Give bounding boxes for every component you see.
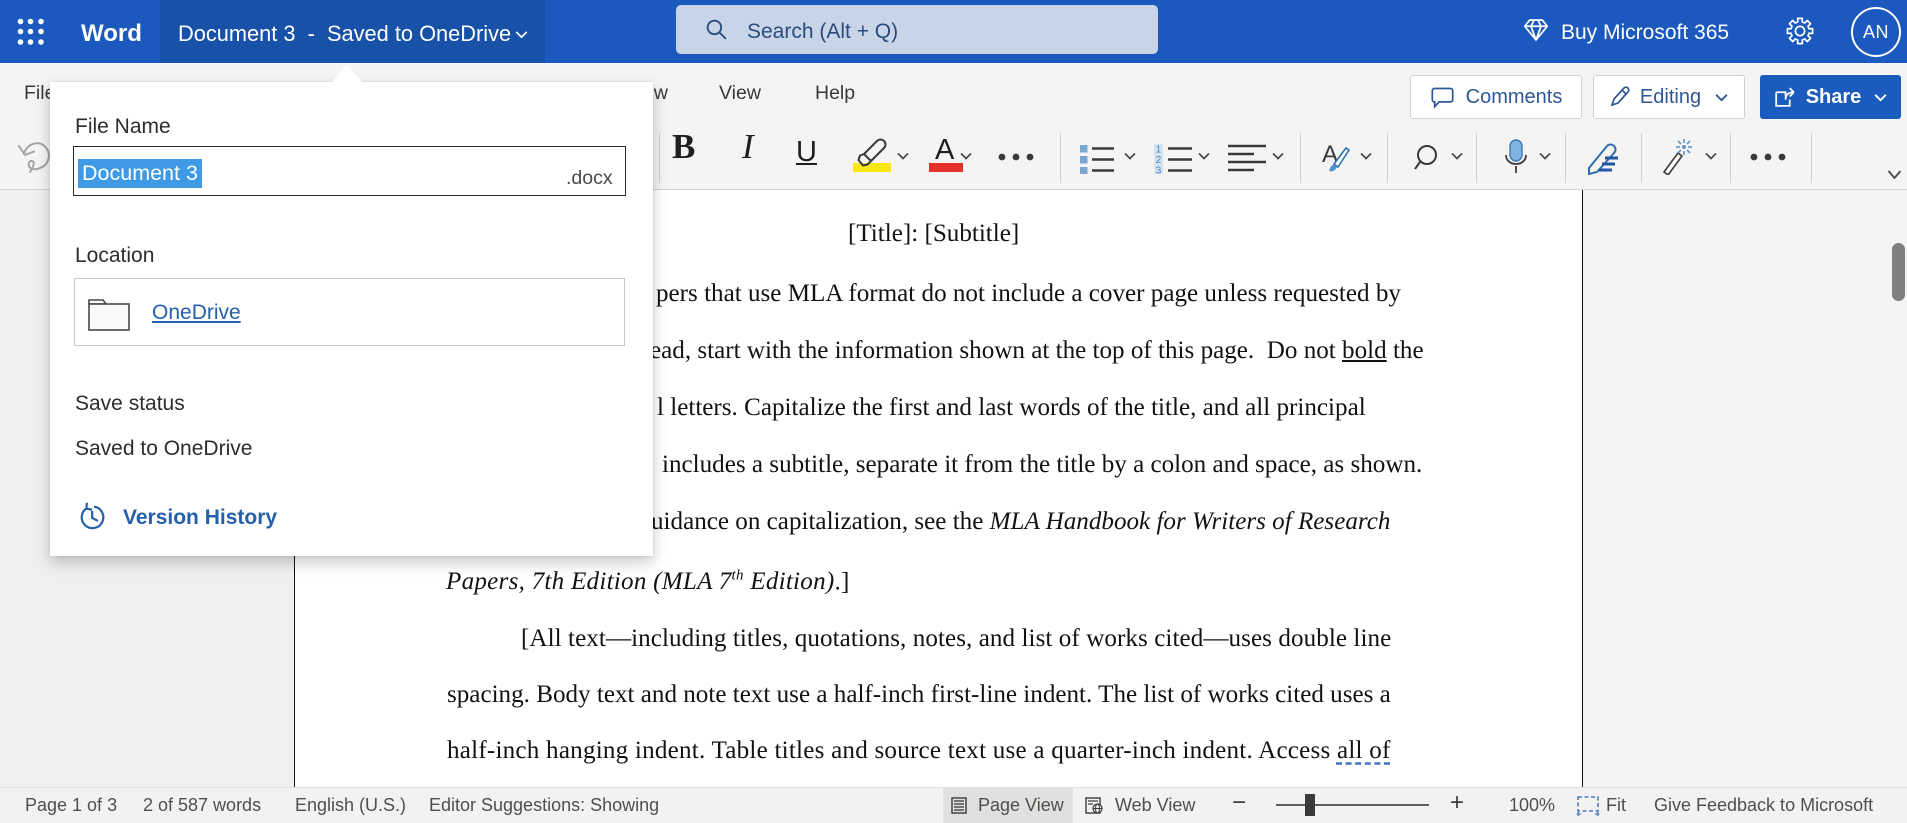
svg-text:3: 3 [1156, 165, 1162, 175]
